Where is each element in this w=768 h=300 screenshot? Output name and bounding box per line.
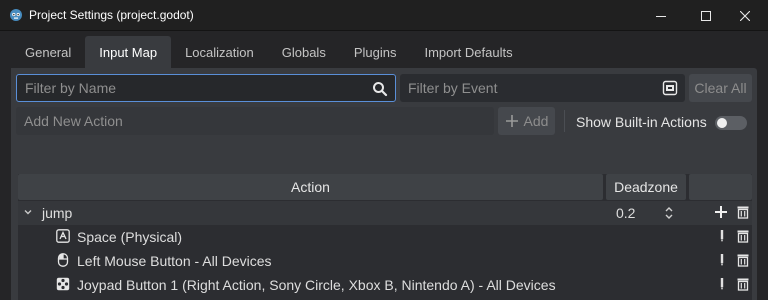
joypad-icon: [56, 277, 70, 291]
tab-globals[interactable]: Globals: [268, 36, 340, 68]
delete-action-icon[interactable]: [736, 205, 750, 219]
event-listen-icon: [662, 80, 678, 96]
edit-event-icon[interactable]: [715, 253, 729, 267]
add-button-label: Add: [523, 113, 549, 129]
filter-by-event-placeholder: Filter by Event: [408, 80, 498, 96]
deadzone-value[interactable]: 0.2: [616, 205, 635, 221]
filter-by-event-input[interactable]: Filter by Event: [400, 74, 685, 102]
edit-event-icon[interactable]: [715, 277, 729, 291]
action-row-jump[interactable]: jump 0.2: [18, 201, 752, 225]
godot-logo-icon: [10, 9, 22, 21]
tab-import-defaults[interactable]: Import Defaults: [410, 36, 526, 68]
show-builtin-actions-label: Show Built-in Actions: [576, 114, 707, 130]
show-builtin-actions-toggle[interactable]: [715, 116, 747, 130]
project-settings-window: General Input Map Localization Globals P…: [0, 31, 768, 300]
clear-all-button[interactable]: Clear All: [689, 74, 752, 102]
settings-tabs: General Input Map Localization Globals P…: [11, 36, 527, 68]
minimize-button[interactable]: [638, 0, 684, 31]
close-icon: [740, 10, 750, 21]
keyboard-icon: [56, 229, 70, 243]
filter-by-name-placeholder: Filter by Name: [25, 80, 117, 96]
edit-event-icon[interactable]: [715, 229, 729, 243]
delete-event-icon[interactable]: [736, 277, 750, 291]
buttons-column-header: [689, 174, 752, 200]
chevron-down-icon[interactable]: [23, 207, 33, 217]
delete-event-icon[interactable]: [736, 253, 750, 267]
add-new-action-placeholder: Add New Action: [24, 113, 123, 129]
separator: [564, 110, 565, 132]
add-event-icon[interactable]: [714, 205, 728, 219]
tab-input-map[interactable]: Input Map: [85, 36, 172, 68]
add-icon: [505, 115, 518, 127]
delete-event-icon[interactable]: [736, 229, 750, 243]
tab-general[interactable]: General: [11, 36, 85, 68]
input-actions-tree: Action Deadzone jump 0.2 Space (Physical…: [18, 174, 752, 300]
action-name: jump: [42, 205, 73, 221]
maximize-icon: [701, 10, 711, 21]
filter-by-name-input[interactable]: Filter by Name: [16, 74, 396, 102]
event-row[interactable]: Left Mouse Button - All Devices: [18, 249, 752, 273]
close-button[interactable]: [722, 0, 768, 31]
event-row[interactable]: Joypad Button 1 (Right Action, Sony Circ…: [18, 273, 752, 297]
deadzone-column-header: Deadzone: [606, 174, 686, 200]
minimize-icon: [656, 15, 666, 17]
window-title: Project Settings (project.godot): [29, 8, 194, 22]
mouse-icon: [57, 253, 69, 267]
add-action-button[interactable]: Add: [498, 107, 555, 135]
add-new-action-input[interactable]: Add New Action: [16, 107, 494, 135]
event-label: Space (Physical): [77, 229, 183, 245]
spinbox-arrows-icon[interactable]: [664, 206, 674, 220]
title-bar: Project Settings (project.godot): [0, 0, 768, 31]
search-icon: [373, 82, 388, 97]
tab-localization[interactable]: Localization: [171, 36, 268, 68]
event-label: Joypad Button 1 (Right Action, Sony Circ…: [77, 277, 556, 293]
action-column-header: Action: [18, 174, 603, 200]
event-row[interactable]: Space (Physical): [18, 225, 752, 249]
event-label: Left Mouse Button - All Devices: [77, 253, 272, 269]
tab-plugins[interactable]: Plugins: [340, 36, 411, 68]
input-map-panel: Filter by Name Filter by Event Clear All…: [11, 68, 757, 300]
